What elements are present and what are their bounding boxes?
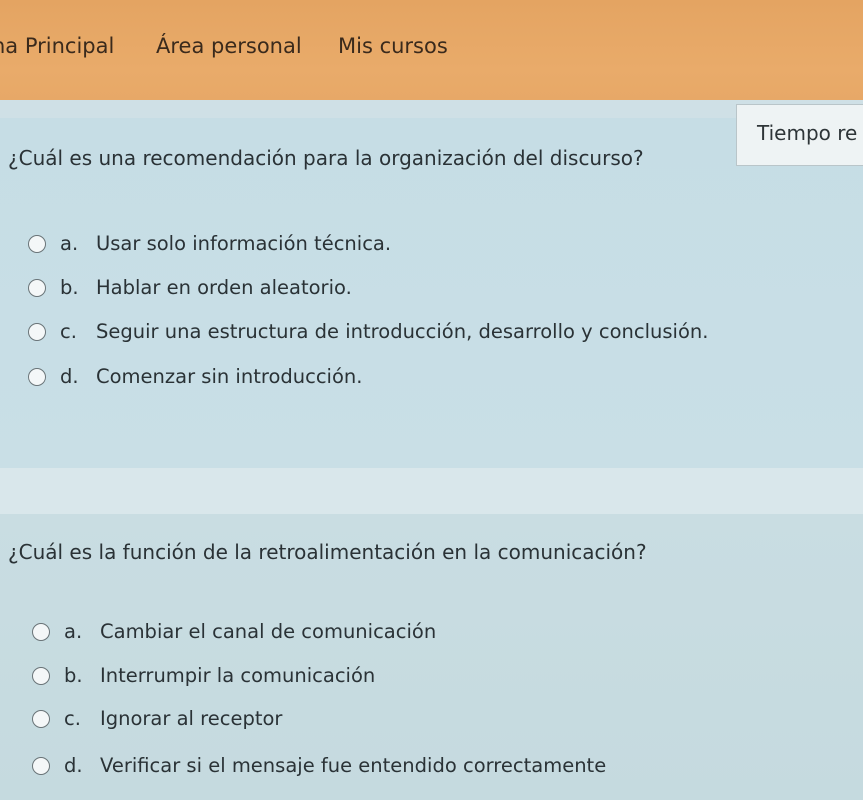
radio-button[interactable]	[28, 278, 46, 297]
radio-button[interactable]	[28, 234, 46, 253]
answer-letter: b.	[60, 276, 79, 299]
answer-option-q1-b[interactable]: b. Hablar en orden aleatorio.	[28, 276, 352, 299]
header-divider	[0, 100, 863, 118]
answer-label: Hablar en orden aleatorio.	[96, 276, 352, 299]
answer-letter: a.	[60, 232, 79, 255]
radio-button[interactable]	[28, 322, 46, 341]
nav-link-home[interactable]: na Principal	[0, 34, 114, 58]
radio-button[interactable]	[28, 367, 46, 386]
answer-option-q2-a[interactable]: a. Cambiar el canal de comunicación	[32, 620, 436, 643]
answer-option-q2-d[interactable]: d. Verificar si el mensaje fue entendido…	[32, 754, 606, 777]
nav-link-personal-area[interactable]: Área personal	[156, 34, 302, 58]
question-text: ¿Cuál es una recomendación para la organ…	[8, 146, 644, 170]
answer-option-q1-a[interactable]: a. Usar solo información técnica.	[28, 232, 391, 255]
answer-label: Usar solo información técnica.	[96, 232, 392, 255]
answer-letter: a.	[64, 620, 83, 643]
question-text: ¿Cuál es la función de la retroalimentac…	[8, 540, 647, 564]
radio-button[interactable]	[32, 756, 50, 775]
answer-letter: c.	[64, 707, 81, 730]
question-panel-1: ¿Cuál es una recomendación para la organ…	[0, 118, 863, 468]
time-remaining-box: Tiempo re	[736, 104, 863, 166]
answer-option-q1-d[interactable]: d. Comenzar sin introducción.	[28, 365, 362, 388]
radio-button[interactable]	[32, 709, 50, 728]
answer-label: Interrumpir la comunicación	[100, 664, 376, 687]
top-navigation-bar: na Principal Área personal Mis cursos	[0, 0, 863, 100]
answer-label: Comenzar sin introducción.	[96, 365, 363, 388]
answer-option-q1-c[interactable]: c. Seguir una estructura de introducción…	[28, 320, 708, 343]
answer-letter: d.	[60, 365, 79, 388]
answer-option-q2-c[interactable]: c. Ignorar al receptor	[32, 707, 282, 730]
answer-label: Seguir una estructura de introducción, d…	[96, 320, 709, 343]
question-separator	[0, 468, 863, 514]
time-remaining-label: Tiempo re	[757, 121, 858, 145]
answer-label: Verificar si el mensaje fue entendido co…	[100, 754, 607, 777]
answer-label: Cambiar el canal de comunicación	[100, 620, 437, 643]
answer-letter: c.	[60, 320, 77, 343]
quiz-page: na Principal Área personal Mis cursos ¿C…	[0, 0, 863, 800]
answer-label: Ignorar al receptor	[100, 707, 283, 730]
radio-button[interactable]	[32, 666, 50, 685]
radio-button[interactable]	[32, 622, 50, 641]
answer-letter: d.	[64, 754, 83, 777]
question-panel-2: ¿Cuál es la función de la retroalimentac…	[0, 514, 863, 800]
nav-link-my-courses[interactable]: Mis cursos	[338, 34, 448, 58]
answer-option-q2-b[interactable]: b. Interrumpir la comunicación	[32, 664, 375, 687]
answer-letter: b.	[64, 664, 83, 687]
